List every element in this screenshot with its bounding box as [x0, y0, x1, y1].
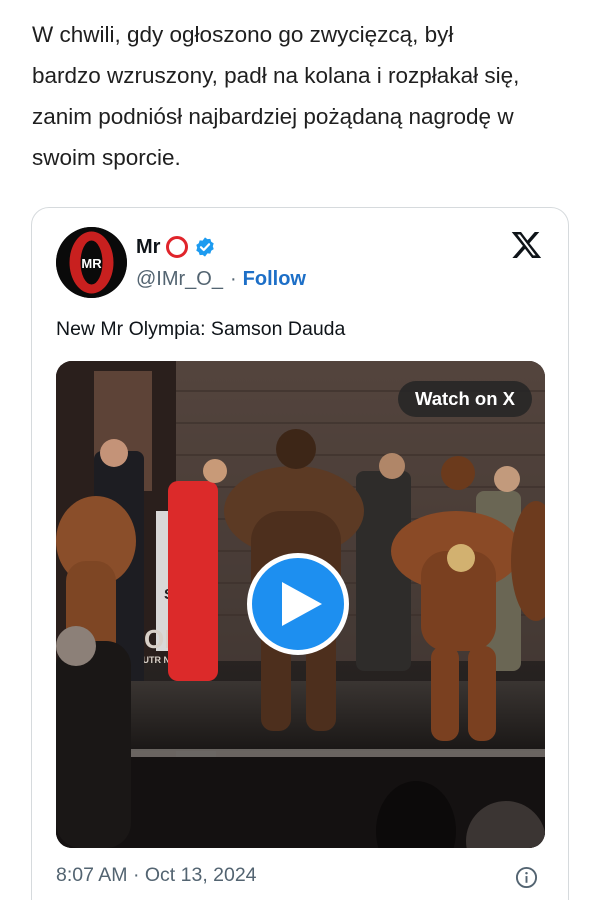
follow-button[interactable]: Follow — [243, 268, 306, 291]
handle-row: @IMr_O_ · Follow — [136, 265, 306, 293]
watch-on-x-button[interactable]: Watch on X — [397, 381, 532, 417]
info-icon[interactable] — [515, 866, 538, 889]
article-paragraph: W chwili, gdy ogłoszono go zwycięzcą, by… — [32, 14, 577, 178]
embedded-tweet-card[interactable]: MR Mr @IMr_O_ · Follow New Mr Olympia: S… — [31, 207, 569, 900]
video-player[interactable]: SY ORE NUTR NALS — [56, 361, 545, 848]
tweet-text: New Mr Olympia: Samson Dauda — [56, 318, 346, 340]
avatar-initials: MR — [81, 256, 102, 271]
article-line: swoim sporcie. — [32, 145, 181, 170]
article-line: zanim podniósł najbardziej pożądaną nagr… — [32, 104, 514, 129]
ring-icon — [166, 236, 189, 258]
play-button[interactable] — [247, 553, 349, 655]
article-line: bardzo wzruszony, padł na kolana i rozpł… — [32, 63, 520, 88]
verified-badge-icon — [194, 236, 216, 258]
play-icon — [282, 582, 322, 626]
user-handle[interactable]: @IMr_O_ — [136, 268, 223, 291]
separator-dot: · — [229, 267, 237, 290]
user-name-text[interactable]: Mr — [136, 236, 160, 259]
x-logo-icon[interactable] — [510, 229, 543, 261]
user-name[interactable]: Mr — [136, 234, 216, 260]
tweet-timestamp[interactable]: 8:07 AM · Oct 13, 2024 — [56, 864, 257, 887]
avatar[interactable]: MR — [56, 227, 127, 298]
article-line: W chwili, gdy ogłoszono go zwycięzcą, by… — [32, 22, 454, 47]
